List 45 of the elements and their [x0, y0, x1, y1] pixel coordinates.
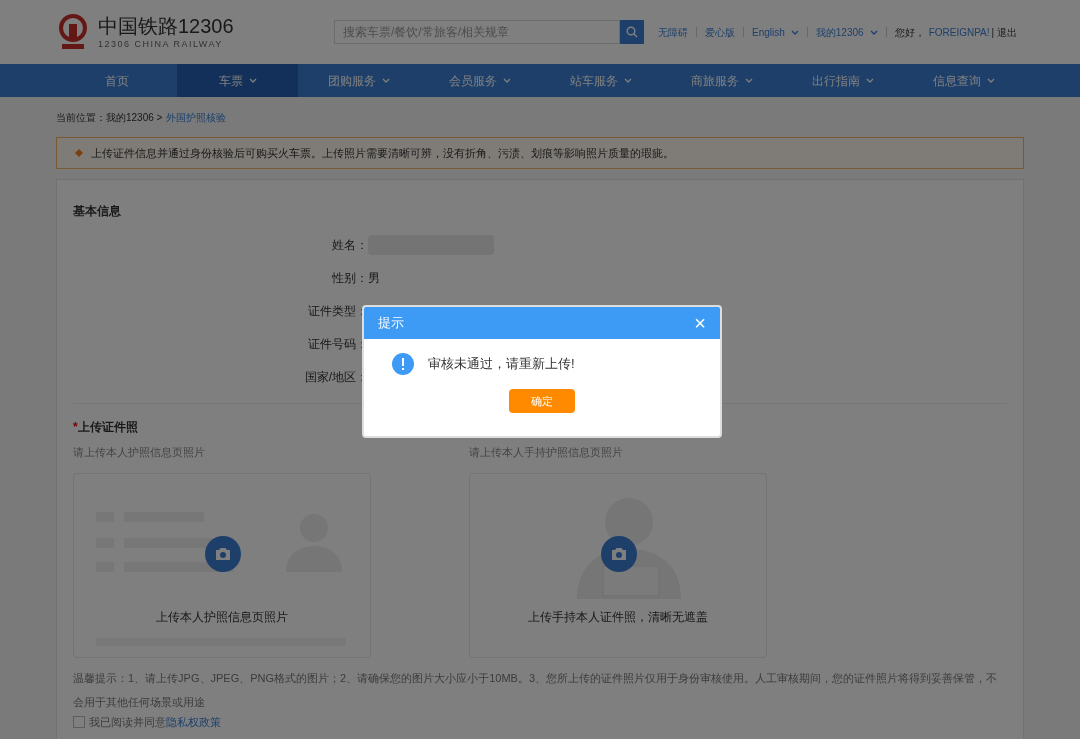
nav-tab[interactable]: 站车服务: [540, 64, 661, 97]
field-label: 国家/地区：: [303, 368, 368, 386]
diamond-icon: [75, 149, 83, 157]
camera-icon[interactable]: [205, 535, 241, 572]
logo-subtitle: 12306 CHINA RAILWAY: [98, 39, 224, 49]
logout-link[interactable]: | 退出: [991, 24, 1017, 40]
section-title: 上传证件照: [77, 419, 138, 436]
header-link[interactable]: English: [752, 24, 799, 40]
upload-caption: 上传本人护照信息页照片: [155, 608, 289, 626]
privacy-link[interactable]: 隐私权政策: [166, 715, 221, 728]
upload-area[interactable]: 上传手持本人证件照，清晰无遮盖: [469, 472, 767, 658]
close-button[interactable]: ×: [694, 313, 706, 333]
breadcrumb-link[interactable]: 外国护照核验: [166, 109, 227, 125]
upload-area[interactable]: 上传本人护照信息页照片: [73, 472, 371, 658]
section-title: 基本信息: [73, 203, 122, 220]
header-link[interactable]: 无障碍: [658, 24, 688, 40]
header-link[interactable]: 我的12306: [815, 24, 878, 40]
field-label: 姓名：: [331, 236, 368, 254]
field-label: 证件号码：: [307, 335, 368, 353]
logo-icon: [56, 14, 90, 50]
field-value: 男: [368, 269, 380, 287]
dialog-message: 审核未通过，请重新上传!: [428, 355, 575, 374]
breadcrumb-text: 当前位置：我的12306 >: [56, 110, 163, 125]
nav-tab[interactable]: 首页: [56, 64, 177, 97]
nav-tab[interactable]: 会员服务: [419, 64, 540, 97]
notice-text: 上传证件信息并通过身份核验后可购买火车票。上传照片需要清晰可辨，没有折角、污渍、划痕等影响照片质量的瑕疵。: [91, 145, 674, 161]
logo-title: 中国铁路12306: [98, 15, 234, 36]
nav-tab[interactable]: 车票: [177, 64, 298, 97]
search-button[interactable]: [620, 20, 644, 44]
required-mark: *: [73, 419, 78, 436]
nav-tab[interactable]: 出行指南: [782, 64, 903, 97]
greeting-text: 您好，: [894, 25, 925, 40]
field-label: 证件类型：: [307, 302, 368, 320]
search-icon: [626, 26, 638, 38]
agreement-checkbox[interactable]: [73, 715, 85, 728]
info-icon: [392, 353, 414, 375]
nav-tab[interactable]: 商旅服务: [661, 64, 782, 97]
nav-tab[interactable]: 团购服务: [298, 64, 419, 97]
upload-caption: 上传手持本人证件照，清晰无遮盖: [527, 608, 709, 626]
username-link[interactable]: FOREIGNPA!: [928, 24, 990, 40]
header-link[interactable]: 爱心版: [705, 24, 735, 40]
confirm-button[interactable]: 确定: [509, 389, 575, 413]
field-label: 性别：: [331, 269, 368, 287]
dialog-title: 提示: [378, 314, 404, 333]
nav-tab[interactable]: 信息查询: [903, 64, 1024, 97]
